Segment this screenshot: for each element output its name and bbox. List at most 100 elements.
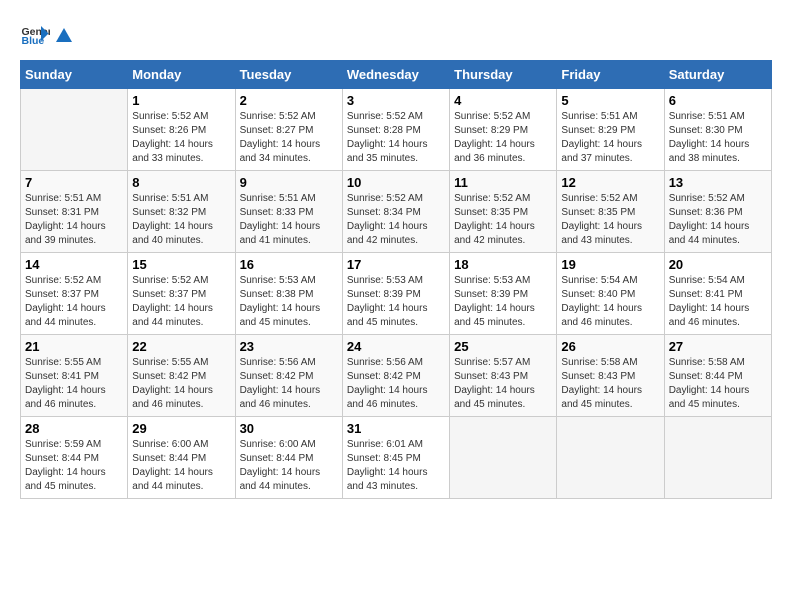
day-info: Sunrise: 5:52 AMSunset: 8:27 PMDaylight:… [240,110,338,166]
day-cell: 20 Sunrise: 5:54 AMSunset: 8:41 PMDayligh… [664,253,771,335]
day-cell: 22 Sunrise: 5:55 AMSunset: 8:42 PMDayligh… [128,335,235,417]
day-number: 19 [561,257,659,272]
day-cell: 9 Sunrise: 5:51 AMSunset: 8:33 PMDaylight… [235,171,342,253]
day-number: 9 [240,175,338,190]
calendar-table: SundayMondayTuesdayWednesdayThursdayFrid… [20,60,772,499]
day-number: 6 [669,93,767,108]
day-cell [450,417,557,499]
day-info: Sunrise: 5:51 AMSunset: 8:33 PMDaylight:… [240,192,338,248]
day-info: Sunrise: 5:52 AMSunset: 8:35 PMDaylight:… [454,192,552,248]
day-cell: 24 Sunrise: 5:56 AMSunset: 8:42 PMDayligh… [342,335,449,417]
day-info: Sunrise: 5:55 AMSunset: 8:42 PMDaylight:… [132,356,230,412]
day-cell: 5 Sunrise: 5:51 AMSunset: 8:29 PMDaylight… [557,89,664,171]
day-info: Sunrise: 5:54 AMSunset: 8:41 PMDaylight:… [669,274,767,330]
day-info: Sunrise: 6:00 AMSunset: 8:44 PMDaylight:… [132,438,230,494]
day-info: Sunrise: 5:52 AMSunset: 8:36 PMDaylight:… [669,192,767,248]
day-cell: 7Sunrise: 5:51 AMSunset: 8:31 PMDaylight… [21,171,128,253]
day-cell: 12Sunrise: 5:52 AMSunset: 8:35 PMDayligh… [557,171,664,253]
day-cell: 13Sunrise: 5:52 AMSunset: 8:36 PMDayligh… [664,171,771,253]
day-cell: 3 Sunrise: 5:52 AMSunset: 8:28 PMDaylight… [342,89,449,171]
logo-triangle-icon [55,26,73,44]
day-number: 28 [25,421,123,436]
day-cell: 14 Sunrise: 5:52 AMSunset: 8:37 PMDayligh… [21,253,128,335]
page-header: General Blue [20,20,772,50]
day-cell: 11 Sunrise: 5:52 AMSunset: 8:35 PMDayligh… [450,171,557,253]
day-info: Sunrise: 5:51 AMSunset: 8:29 PMDaylight:… [561,110,659,166]
day-number: 24 [347,339,445,354]
day-cell: 28 Sunrise: 5:59 AMSunset: 8:44 PMDayligh… [21,417,128,499]
header-friday: Friday [557,61,664,89]
header-tuesday: Tuesday [235,61,342,89]
day-info: Sunrise: 6:00 AMSunset: 8:44 PMDaylight:… [240,438,338,494]
day-cell: 18Sunrise: 5:53 AMSunset: 8:39 PMDayligh… [450,253,557,335]
day-cell [557,417,664,499]
day-info: Sunrise: 5:53 AMSunset: 8:39 PMDaylight:… [347,274,445,330]
week-row-5: 28 Sunrise: 5:59 AMSunset: 8:44 PMDayligh… [21,417,772,499]
day-cell: 16 Sunrise: 5:53 AMSunset: 8:38 PMDayligh… [235,253,342,335]
day-info: Sunrise: 5:51 AMSunset: 8:32 PMDaylight:… [132,192,230,248]
day-number: 16 [240,257,338,272]
day-cell: 6 Sunrise: 5:51 AMSunset: 8:30 PMDaylight… [664,89,771,171]
week-row-2: 7Sunrise: 5:51 AMSunset: 8:31 PMDaylight… [21,171,772,253]
week-row-3: 14 Sunrise: 5:52 AMSunset: 8:37 PMDayligh… [21,253,772,335]
header-sunday: Sunday [21,61,128,89]
day-number: 3 [347,93,445,108]
day-cell: 17 Sunrise: 5:53 AMSunset: 8:39 PMDayligh… [342,253,449,335]
day-info: Sunrise: 5:52 AMSunset: 8:34 PMDaylight:… [347,192,445,248]
day-number: 26 [561,339,659,354]
day-info: Sunrise: 5:52 AMSunset: 8:28 PMDaylight:… [347,110,445,166]
day-info: Sunrise: 5:52 AMSunset: 8:37 PMDaylight:… [132,274,230,330]
svg-text:Blue: Blue [22,35,45,47]
day-number: 20 [669,257,767,272]
week-row-4: 21 Sunrise: 5:55 AMSunset: 8:41 PMDayligh… [21,335,772,417]
day-info: Sunrise: 5:55 AMSunset: 8:41 PMDaylight:… [25,356,123,412]
day-cell: 25Sunrise: 5:57 AMSunset: 8:43 PMDayligh… [450,335,557,417]
day-info: Sunrise: 5:53 AMSunset: 8:38 PMDaylight:… [240,274,338,330]
day-info: Sunrise: 5:56 AMSunset: 8:42 PMDaylight:… [240,356,338,412]
day-number: 14 [25,257,123,272]
day-cell: 30 Sunrise: 6:00 AMSunset: 8:44 PMDayligh… [235,417,342,499]
day-number: 23 [240,339,338,354]
day-number: 21 [25,339,123,354]
logo-icon: General Blue [20,20,50,50]
day-cell: 21 Sunrise: 5:55 AMSunset: 8:41 PMDayligh… [21,335,128,417]
day-number: 31 [347,421,445,436]
day-number: 5 [561,93,659,108]
header-thursday: Thursday [450,61,557,89]
day-number: 27 [669,339,767,354]
day-number: 10 [347,175,445,190]
header-wednesday: Wednesday [342,61,449,89]
day-number: 8 [132,175,230,190]
day-number: 12 [561,175,659,190]
day-number: 11 [454,175,552,190]
day-cell: 1Sunrise: 5:52 AMSunset: 8:26 PMDaylight… [128,89,235,171]
day-info: Sunrise: 5:56 AMSunset: 8:42 PMDaylight:… [347,356,445,412]
day-cell [21,89,128,171]
day-number: 22 [132,339,230,354]
day-cell: 10 Sunrise: 5:52 AMSunset: 8:34 PMDayligh… [342,171,449,253]
day-number: 2 [240,93,338,108]
day-number: 17 [347,257,445,272]
day-number: 4 [454,93,552,108]
calendar-header-row: SundayMondayTuesdayWednesdayThursdayFrid… [21,61,772,89]
day-cell [664,417,771,499]
header-saturday: Saturday [664,61,771,89]
day-info: Sunrise: 5:58 AMSunset: 8:44 PMDaylight:… [669,356,767,412]
day-cell: 26 Sunrise: 5:58 AMSunset: 8:43 PMDayligh… [557,335,664,417]
week-row-1: 1Sunrise: 5:52 AMSunset: 8:26 PMDaylight… [21,89,772,171]
day-cell: 23 Sunrise: 5:56 AMSunset: 8:42 PMDayligh… [235,335,342,417]
day-number: 25 [454,339,552,354]
day-info: Sunrise: 6:01 AMSunset: 8:45 PMDaylight:… [347,438,445,494]
day-info: Sunrise: 5:52 AMSunset: 8:29 PMDaylight:… [454,110,552,166]
day-cell: 4 Sunrise: 5:52 AMSunset: 8:29 PMDaylight… [450,89,557,171]
day-cell: 31 Sunrise: 6:01 AMSunset: 8:45 PMDayligh… [342,417,449,499]
day-number: 30 [240,421,338,436]
day-info: Sunrise: 5:51 AMSunset: 8:30 PMDaylight:… [669,110,767,166]
logo: General Blue [20,20,74,50]
day-info: Sunrise: 5:58 AMSunset: 8:43 PMDaylight:… [561,356,659,412]
day-info: Sunrise: 5:52 AMSunset: 8:37 PMDaylight:… [25,274,123,330]
day-number: 7 [25,175,123,190]
day-info: Sunrise: 5:59 AMSunset: 8:44 PMDaylight:… [25,438,123,494]
day-number: 18 [454,257,552,272]
day-cell: 19Sunrise: 5:54 AMSunset: 8:40 PMDayligh… [557,253,664,335]
